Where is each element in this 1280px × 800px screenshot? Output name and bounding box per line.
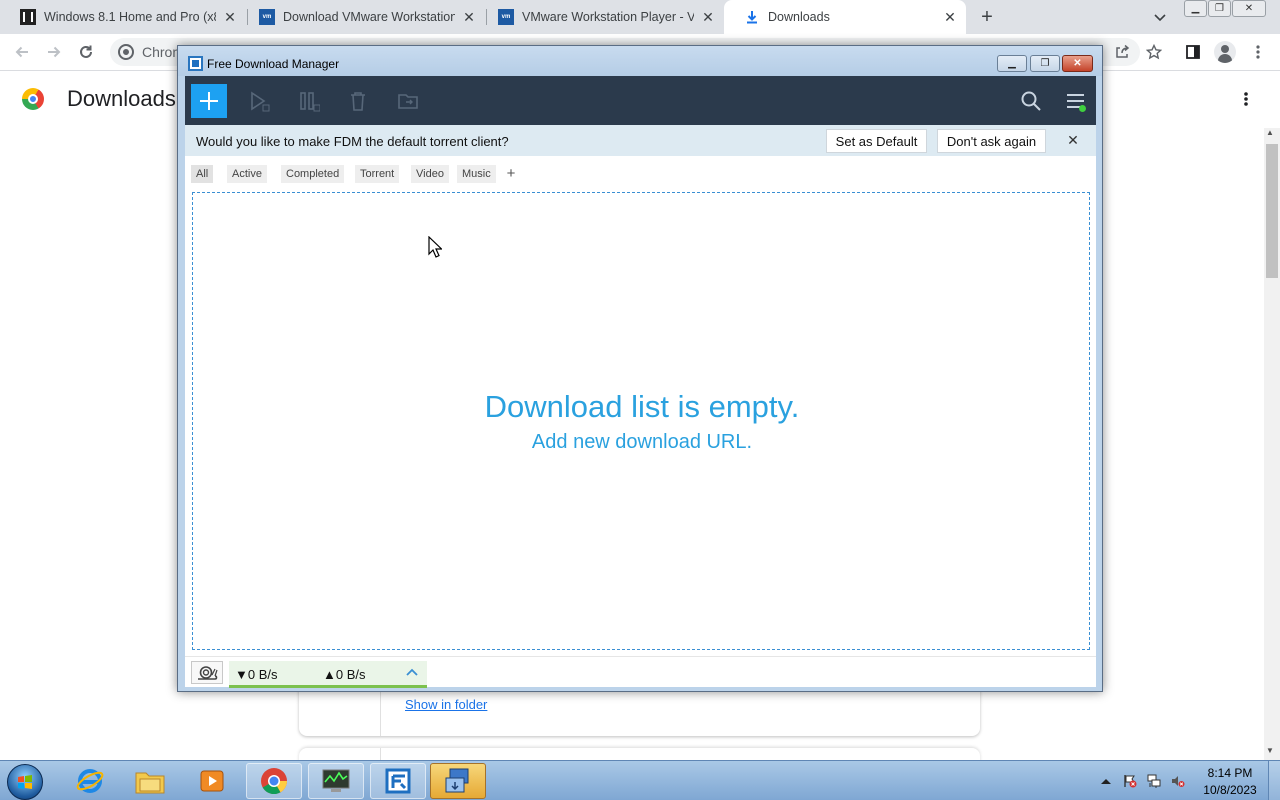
delete-icon[interactable] [347, 90, 369, 112]
status-indicator-dot [1079, 105, 1086, 112]
forward-button[interactable] [42, 40, 66, 64]
filter-all[interactable]: All [191, 165, 214, 183]
close-window-button[interactable]: ✕ [1232, 0, 1266, 17]
tab-downloads[interactable]: Downloads ✕ [724, 0, 966, 34]
filter-tabs: All Active Completed Torrent Video Music… [185, 156, 1096, 186]
tab-title: Windows 8.1 Home and Pro (x86 [44, 10, 216, 24]
close-icon[interactable]: ✕ [222, 9, 238, 25]
tab-download-vmware[interactable]: vm Download VMware Workstation ✕ [239, 0, 485, 34]
add-filter-icon[interactable]: + [503, 164, 519, 182]
restore-window-button[interactable]: ❐ [1208, 0, 1231, 17]
internet-archive-icon [20, 9, 36, 25]
upload-speed: ▲0 B/s [323, 667, 366, 682]
vmware-icon: vm [498, 9, 514, 25]
chrome-menu-icon[interactable] [1246, 40, 1270, 64]
filter-music[interactable]: Music [457, 165, 496, 183]
vmware-icon: vm [259, 9, 275, 25]
tab-vmware-player[interactable]: vm VMware Workstation Player - VM ✕ [478, 0, 724, 34]
task-manager-icon[interactable] [308, 763, 364, 799]
page-title: Downloads [67, 86, 176, 111]
windows-taskbar: 8:14 PM 10/8/2023 [0, 760, 1280, 800]
network-icon[interactable] [1146, 773, 1162, 789]
close-icon[interactable]: ✕ [942, 9, 958, 25]
scrollbar-thumb[interactable] [1266, 144, 1278, 278]
fdm-status-bar: ▼0 B/s ▲0 B/s [185, 656, 1096, 688]
search-icon[interactable] [1020, 90, 1042, 112]
fdm-window-title: Free Download Manager [207, 57, 340, 71]
back-button[interactable] [10, 40, 34, 64]
snail-mode-icon[interactable] [191, 661, 223, 684]
show-in-folder-link[interactable]: Show in folder [405, 697, 487, 712]
chrome-taskbar-icon[interactable] [246, 763, 302, 799]
new-tab-button[interactable]: + [976, 6, 998, 28]
add-download-button[interactable] [191, 84, 227, 118]
show-desktop-button[interactable] [1268, 761, 1280, 800]
free-download-manager-icon[interactable] [370, 763, 426, 799]
tab-search-chevron-icon[interactable] [1150, 8, 1170, 28]
download-list-dropzone[interactable]: Download list is empty. Add new download… [192, 192, 1090, 650]
show-hidden-icons-icon[interactable] [1098, 773, 1114, 789]
resume-icon[interactable] [248, 90, 270, 112]
installer-icon[interactable] [430, 763, 486, 799]
fdm-app-icon [188, 56, 203, 71]
open-folder-icon[interactable] [397, 90, 419, 112]
windows-flag-icon [18, 775, 32, 789]
filter-torrent[interactable]: Torrent [355, 165, 400, 183]
chrome-page-icon [118, 44, 134, 60]
browser-tab-strip: Windows 8.1 Home and Pro (x86 ✕ vm Downl… [0, 0, 1280, 34]
volume-muted-icon[interactable] [1170, 773, 1186, 789]
download-icon [744, 9, 760, 25]
share-icon[interactable] [1110, 40, 1134, 64]
fdm-close-button[interactable]: ✕ [1062, 55, 1093, 72]
hamburger-menu-icon[interactable] [1065, 90, 1087, 112]
profile-avatar[interactable] [1214, 41, 1236, 63]
set-as-default-button[interactable]: Set as Default [826, 129, 927, 153]
bookmark-star-icon[interactable] [1142, 40, 1166, 64]
fdm-window: Free Download Manager ▁ ❐ ✕ Would you li… [177, 45, 1103, 692]
clock-date[interactable]: 10/8/2023 [1198, 783, 1262, 797]
download-speed: ▼0 B/s [235, 667, 278, 682]
tab-title: Download VMware Workstation [283, 10, 455, 24]
pause-icon[interactable] [298, 90, 320, 112]
close-icon[interactable]: ✕ [700, 9, 716, 25]
default-torrent-notice: Would you like to make FDM the default t… [185, 125, 1096, 156]
tab-title: VMware Workstation Player - VM [522, 10, 694, 24]
fdm-minimize-button[interactable]: ▁ [997, 55, 1027, 72]
tab-title: Downloads [768, 10, 830, 24]
internet-explorer-icon[interactable] [62, 763, 118, 799]
add-url-link[interactable]: Add new download URL. [193, 431, 1091, 454]
media-player-icon[interactable] [184, 763, 240, 799]
chevron-up-icon[interactable] [405, 665, 419, 679]
file-explorer-icon[interactable] [122, 763, 178, 799]
side-panel-icon[interactable] [1181, 40, 1205, 64]
scroll-up-arrow-icon[interactable]: ▲ [1266, 128, 1274, 137]
notice-text: Would you like to make FDM the default t… [196, 134, 509, 149]
start-button[interactable] [7, 764, 43, 800]
filter-active[interactable]: Active [227, 165, 267, 183]
tab-windows-8-1[interactable]: Windows 8.1 Home and Pro (x86 ✕ [0, 0, 246, 34]
minimize-window-button[interactable]: ▁ [1184, 0, 1207, 17]
action-center-flag-icon[interactable] [1122, 773, 1138, 789]
clock-time[interactable]: 8:14 PM [1198, 766, 1262, 780]
speed-panel[interactable]: ▼0 B/s ▲0 B/s [229, 661, 427, 688]
scroll-down-arrow-icon[interactable]: ▼ [1266, 746, 1274, 755]
reload-button[interactable] [74, 40, 98, 64]
fdm-toolbar [185, 76, 1096, 125]
fdm-client-area: Would you like to make FDM the default t… [185, 76, 1096, 688]
chrome-logo-icon [22, 88, 44, 110]
filter-video[interactable]: Video [411, 165, 449, 183]
fdm-title-bar[interactable]: Free Download Manager ▁ ❐ ✕ [178, 46, 1102, 76]
dont-ask-again-button[interactable]: Don't ask again [937, 129, 1046, 153]
fdm-maximize-button[interactable]: ❐ [1030, 55, 1060, 72]
filter-completed[interactable]: Completed [281, 165, 345, 183]
empty-list-title: Download list is empty. [484, 389, 800, 424]
close-notice-icon[interactable]: ✕ [1065, 132, 1081, 148]
more-actions-icon[interactable] [1236, 88, 1256, 110]
mouse-cursor-icon [428, 236, 442, 258]
close-icon[interactable]: ✕ [461, 9, 477, 25]
